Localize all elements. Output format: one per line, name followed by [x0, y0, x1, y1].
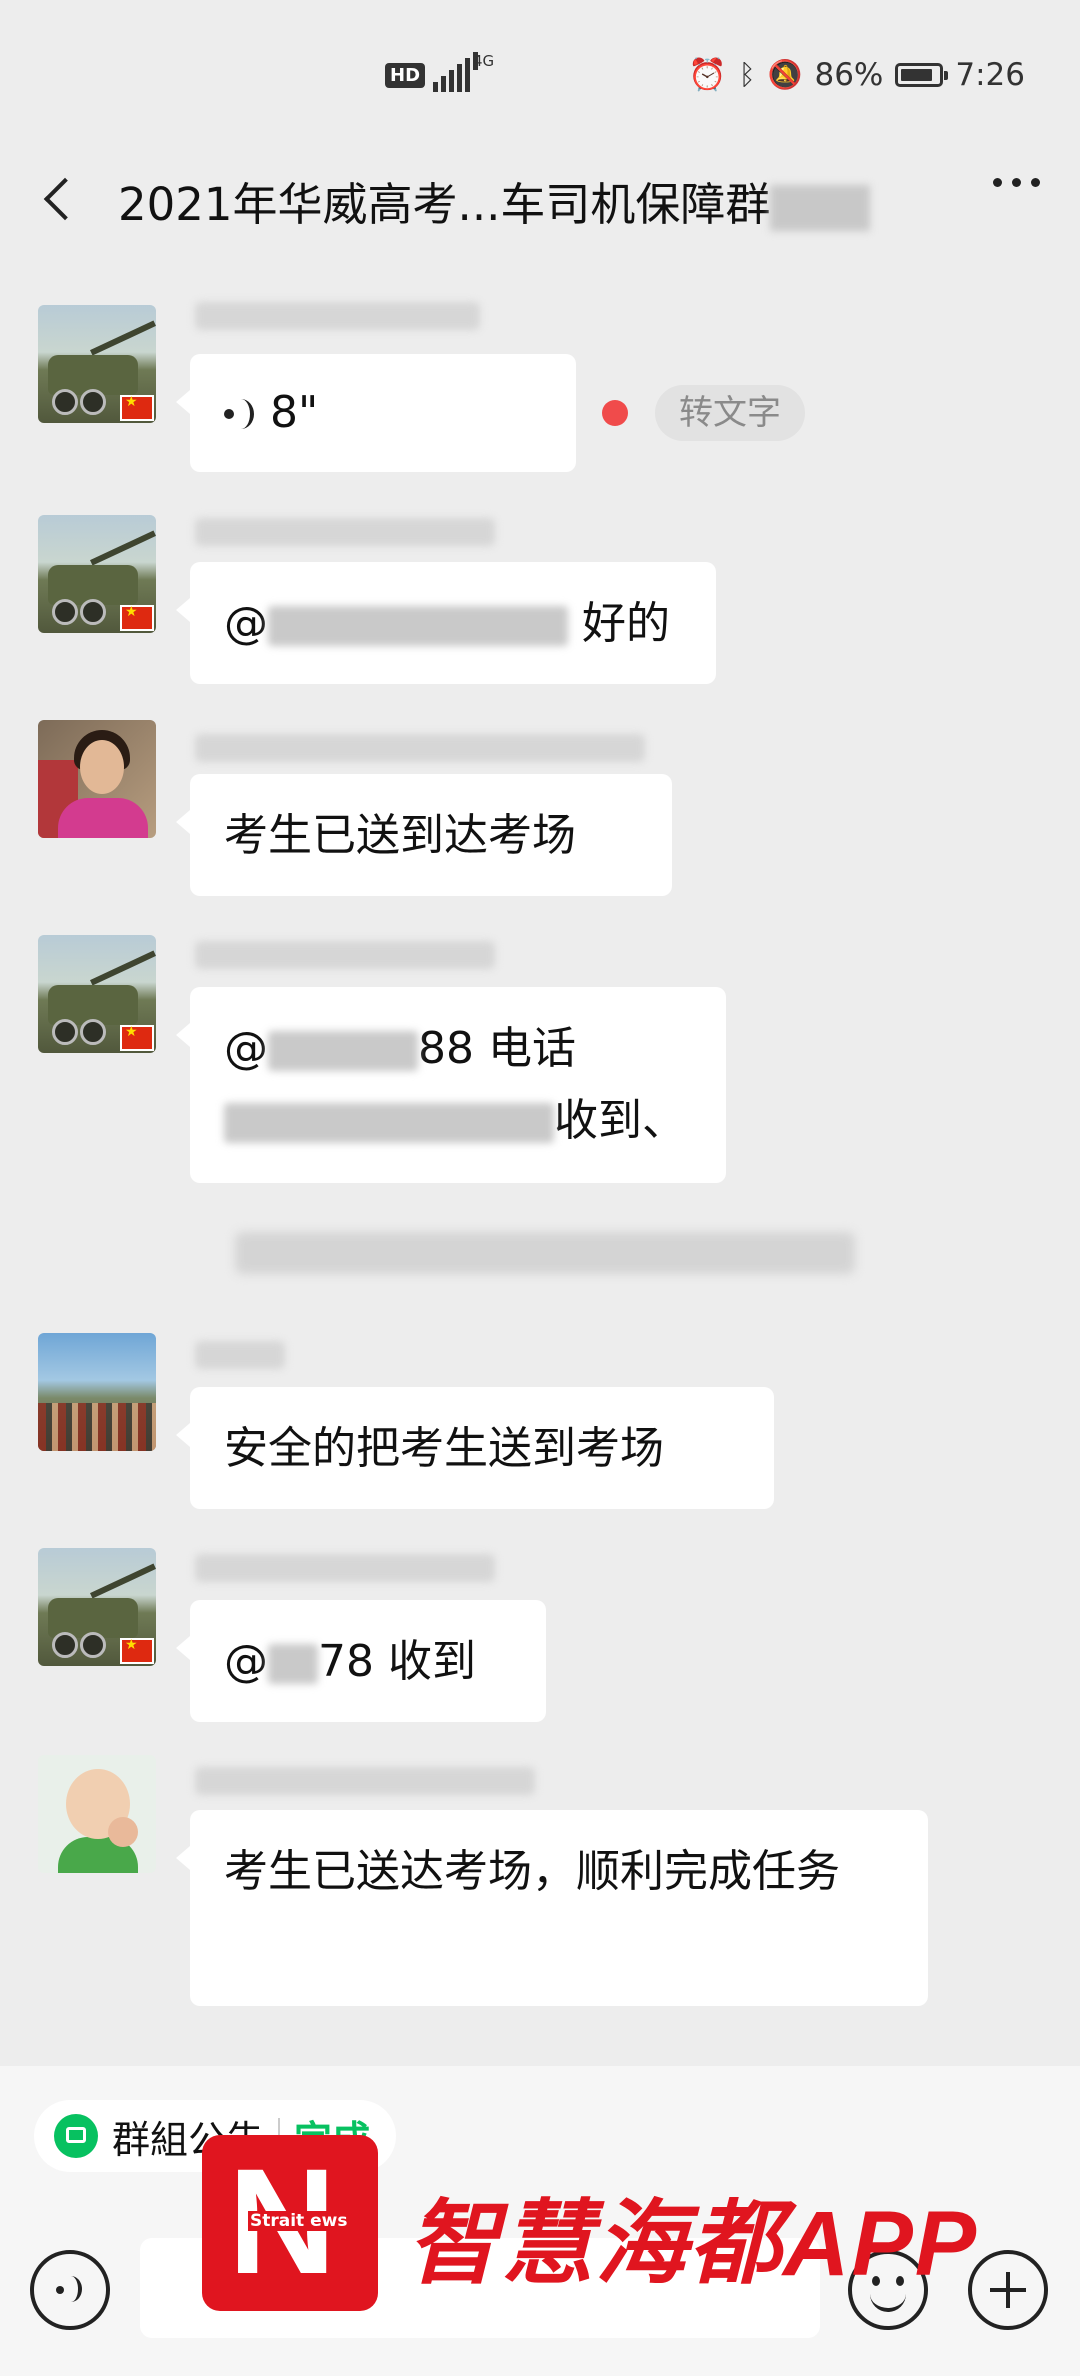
logo-small-text: Strait ews — [248, 2211, 350, 2231]
voice-icon — [224, 395, 256, 435]
more-options-button[interactable] — [993, 178, 1040, 187]
message-bubble[interactable]: 考生已送达考场，顺利完成任务 — [176, 1810, 928, 2006]
sender-name — [195, 302, 480, 330]
mute-bell-icon: 🔕 — [767, 58, 803, 91]
chat-title: 2021年华威高考...车司机保障群 — [118, 168, 871, 233]
message-bubble[interactable]: 考生已送到达考场 — [176, 774, 672, 896]
clock: 7:26 — [955, 56, 1025, 93]
mention-prefix: @ — [224, 598, 268, 649]
sender-name — [195, 734, 645, 762]
sender-name — [195, 518, 495, 546]
hd-badge: HD — [385, 62, 426, 88]
back-button[interactable] — [30, 168, 90, 228]
transcribe-button[interactable]: 转文字 — [655, 385, 805, 441]
china-flag-icon — [120, 394, 154, 421]
voice-input-button[interactable] — [30, 2250, 110, 2330]
message-bubble[interactable]: @ 好的 — [176, 562, 716, 684]
notice-icon — [54, 2114, 98, 2158]
redacted-name — [268, 606, 568, 646]
system-message — [235, 1232, 855, 1274]
voice-message-bubble[interactable]: 8" — [176, 354, 576, 472]
mention-prefix: @ — [224, 1636, 268, 1687]
brand-watermark: N Strait ews 智慧海都APP — [202, 2135, 1080, 2315]
title-redaction — [770, 185, 871, 231]
sender-name — [195, 1554, 495, 1582]
brand-logo: N Strait ews — [202, 2135, 378, 2311]
avatar[interactable] — [38, 935, 156, 1053]
signal-icon: 4G — [433, 52, 494, 92]
sender-name — [195, 941, 495, 969]
sender-name — [195, 1767, 535, 1795]
avatar[interactable] — [38, 305, 156, 423]
china-flag-icon — [120, 1637, 154, 1664]
chat-title-text: 2021年华威高考...车司机保障群 — [118, 178, 771, 231]
message-bubble[interactable]: @78 收到 — [176, 1600, 546, 1722]
redacted-name — [268, 1031, 418, 1071]
network-indicator: HD 4G — [385, 52, 494, 92]
message-text: 安全的把考生送到考场 — [224, 1423, 664, 1474]
china-flag-icon — [120, 1024, 154, 1051]
status-right: ⏰ ᛒ 🔕 86% 7:26 — [688, 56, 1025, 94]
brand-name: 智慧海都APP — [407, 2193, 979, 2295]
redacted-phone — [224, 1103, 554, 1143]
avatar[interactable] — [38, 1548, 156, 1666]
avatar[interactable] — [38, 720, 156, 838]
avatar[interactable] — [38, 1755, 156, 1873]
network-type: 4G — [473, 52, 495, 70]
chat-header: 2021年华威高考...车司机保障群 — [0, 150, 1080, 250]
message-text-part: 收到、 — [554, 1095, 686, 1146]
message-bubble[interactable]: 安全的把考生送到考场 — [176, 1387, 774, 1509]
mention-prefix: @ — [224, 1023, 268, 1074]
message-text: 考生已送达考场，顺利完成任务 — [224, 1846, 840, 1897]
message-bubble[interactable]: @88 电话 收到、 — [176, 987, 726, 1183]
china-flag-icon — [120, 604, 154, 631]
message-text: 好的 — [582, 598, 670, 649]
sender-name — [195, 1341, 285, 1369]
alarm-icon: ⏰ — [688, 57, 727, 93]
battery-percent: 86% — [814, 56, 884, 93]
message-text: 78 收到 — [318, 1636, 476, 1687]
redacted-name — [268, 1644, 318, 1684]
status-bar: HD 4G ⏰ ᛒ 🔕 86% 7:26 — [0, 0, 1080, 150]
bluetooth-icon: ᛒ — [738, 58, 756, 91]
avatar[interactable] — [38, 515, 156, 633]
avatar[interactable] — [38, 1333, 156, 1451]
message-text-part: 88 电话 — [418, 1023, 576, 1074]
voice-duration: 8" — [270, 387, 319, 438]
battery-icon — [895, 62, 949, 87]
message-text: 考生已送到达考场 — [224, 810, 576, 861]
unread-dot — [602, 400, 628, 426]
